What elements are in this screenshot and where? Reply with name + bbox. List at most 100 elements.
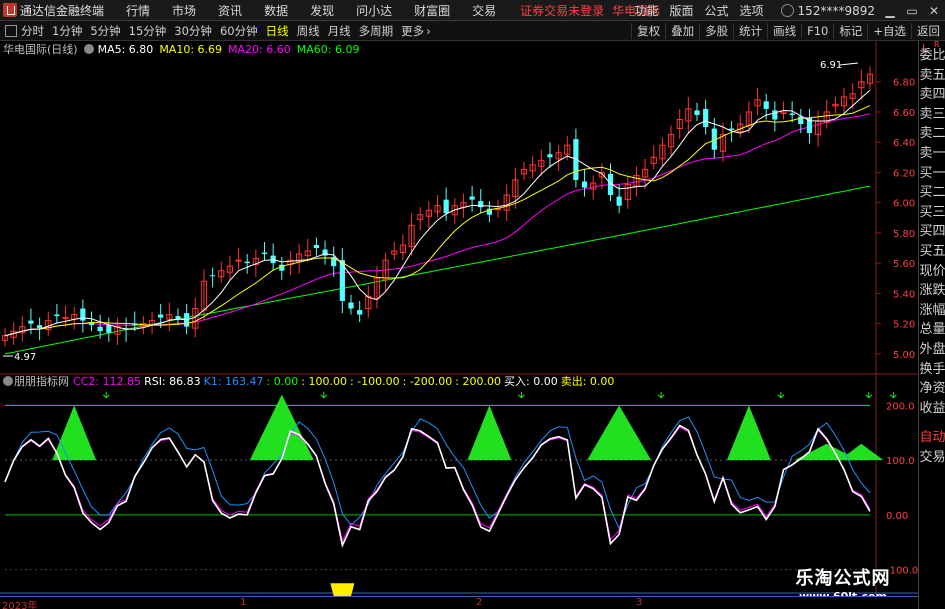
sidebar-item-9[interactable]: 买四 <box>919 222 945 242</box>
low-annotation: 4.97 <box>14 352 36 363</box>
candle-body-down <box>348 302 354 309</box>
sidebar-item-18[interactable]: 收益 <box>919 399 945 419</box>
cc2-value: CC2: 112.85 <box>73 374 142 388</box>
sidebar-item-20[interactable]: 交易 <box>919 448 945 468</box>
watermark-title: 乐淘公式网 <box>795 568 891 589</box>
menu-function[interactable]: 功能 <box>634 2 658 19</box>
btn-back[interactable]: 返回 <box>911 23 945 39</box>
sidebar-item-5[interactable]: 卖一 <box>919 144 945 164</box>
kline-chart[interactable]: 200.0100.00.00-100.014:5614:5614:5614:56… <box>0 41 918 596</box>
sidebar-item-14[interactable]: 总量 <box>919 320 945 340</box>
time-label-year: 2023年 <box>2 601 38 609</box>
candle-body-up <box>235 259 242 262</box>
buy-value: 买入: 0.00 <box>504 375 558 388</box>
ma20-line <box>4 113 871 337</box>
menu-formula[interactable]: 公式 <box>705 2 729 19</box>
candle-body-down <box>763 101 769 109</box>
user-avatar-icon[interactable] <box>780 4 794 17</box>
high-pointer <box>839 62 859 66</box>
sidebar-item-2[interactable]: 卖四 <box>919 85 945 105</box>
chart-grid <box>0 41 918 596</box>
main-chart-title: 华电国际(日线) <box>3 43 78 56</box>
btn-add-watch[interactable]: +自选 <box>867 23 911 39</box>
btn-mark[interactable]: 标记 <box>833 23 867 39</box>
period-toolbar: 分时 1分钟 5分钟 15分钟 30分钟 60分钟 日线 周线 月线 多周期 更… <box>0 21 945 41</box>
period-15min[interactable]: 15分钟 <box>129 23 167 39</box>
maximize-icon[interactable]: ▭ <box>901 0 923 21</box>
close-icon[interactable]: ✕ <box>923 0 945 21</box>
candle-body-down <box>97 326 103 332</box>
period-5min[interactable]: 5分钟 <box>90 23 120 39</box>
menu-item-discover[interactable]: 发现 <box>310 2 334 19</box>
menu-item-wealth[interactable]: 财富圈 <box>414 2 450 19</box>
k1-value: K1: 163.47 <box>203 374 264 388</box>
menu-item-ask[interactable]: 问小达 <box>356 2 392 19</box>
sidebar-item-12[interactable]: 涨跌 <box>919 281 945 301</box>
sidebar-item-1[interactable]: 卖五 <box>919 66 945 86</box>
sidebar-item-15[interactable]: 外盘 <box>919 340 945 360</box>
btn-adjust[interactable]: 复权 <box>631 23 665 39</box>
sidebar-item-10[interactable]: 买五 <box>919 242 945 262</box>
candle-body-down <box>210 275 216 277</box>
sidebar-item-8[interactable]: 买三 <box>919 203 945 223</box>
period-30min[interactable]: 30分钟 <box>174 23 212 39</box>
sidebar-item-17[interactable]: 净资 <box>919 379 945 399</box>
app-name: 通达信金融终端 <box>20 3 105 18</box>
sidebar-item-19[interactable]: 自动 <box>919 428 945 448</box>
level-100-value: : 100.00 <box>301 374 347 388</box>
sidebar-item-7[interactable]: 买二 <box>919 183 945 203</box>
indicator-gear-icon[interactable] <box>3 376 13 386</box>
btn-draw[interactable]: 画线 <box>767 23 801 39</box>
price-label: 5.20 <box>893 320 915 331</box>
quote-sidebar: L R 委比 卖五 卖四 卖三 卖二 卖一 买一 买二 买三 买四 买五 现价 涨跌 涨幅 总量 外盘 换手 净资… <box>918 40 945 609</box>
menu-item-exchange[interactable]: 市场 <box>172 2 196 19</box>
period-more[interactable]: 更多 <box>401 23 424 39</box>
btn-f10[interactable]: F10 <box>801 24 833 38</box>
grid-menu-icon[interactable] <box>5 24 17 37</box>
price-label: 6.80 <box>893 78 915 89</box>
period-1min[interactable]: 1分钟 <box>52 23 82 39</box>
sidebar-item-0[interactable]: 委比 <box>919 46 945 66</box>
menu-item-trade[interactable]: 交易 <box>472 2 496 19</box>
user-phone[interactable]: 152****9892 <box>798 4 875 18</box>
level-200-value: : 200.00 <box>455 374 501 388</box>
valley-fill <box>330 583 355 596</box>
candle-body-down <box>789 113 795 115</box>
candle-body-up <box>62 317 69 320</box>
time-label-jan: 1 <box>240 597 247 608</box>
time-axis: 2023年 1 2 3 <box>0 596 918 609</box>
period-monthly[interactable]: 月线 <box>328 23 351 39</box>
minimize-icon[interactable]: ▁ <box>879 0 901 21</box>
sidebar-item-3[interactable]: 卖三 <box>919 105 945 125</box>
btn-stats[interactable]: 统计 <box>733 23 767 39</box>
period-daily[interactable]: 日线 <box>266 23 289 39</box>
sidebar-item-11[interactable]: 现价 <box>919 262 945 282</box>
period-weekly[interactable]: 周线 <box>297 23 320 39</box>
period-multi[interactable]: 多周期 <box>359 23 394 39</box>
btn-multi-stock[interactable]: 多股 <box>699 23 733 39</box>
menu-item-news[interactable]: 资讯 <box>218 2 242 19</box>
price-axis: 6.91 4.97 6.80 6.60 6.40 6.20 6.00 5.80 5.60 5.40… <box>3 60 915 363</box>
indicator-info-row: 朋朋指标网 CC2: 112.85 RSI: 86.83 K1: 163.47 … <box>0 374 617 388</box>
period-intraday[interactable]: 分时 <box>21 23 44 39</box>
menu-item-data[interactable]: 数据 <box>264 2 288 19</box>
indicator-title: 朋朋指标网 <box>14 375 69 388</box>
menu-item-market[interactable]: 行情 <box>126 2 150 19</box>
peak-fill <box>467 405 512 461</box>
ma20-path <box>4 113 871 337</box>
period-60min[interactable]: 60分钟 <box>220 23 258 39</box>
sidebar-item-13[interactable]: 涨幅 <box>919 301 945 321</box>
menu-layout[interactable]: 版面 <box>670 2 694 19</box>
sidebar-item-16[interactable]: 换手 <box>919 360 945 380</box>
candle-body-down <box>158 314 164 318</box>
chevron-right-icon[interactable]: › <box>426 24 431 38</box>
price-label: 6.20 <box>893 168 915 179</box>
login-notice[interactable]: 证券交易未登录 <box>520 2 604 19</box>
settings-gear-icon[interactable] <box>83 44 94 54</box>
ma5-value: MA5: 6.80 <box>97 42 154 56</box>
peak-fill <box>587 405 652 461</box>
btn-overlay[interactable]: 叠加 <box>665 23 699 39</box>
sidebar-item-4[interactable]: 卖二 <box>919 124 945 144</box>
menu-options[interactable]: 选项 <box>740 2 764 19</box>
sidebar-item-6[interactable]: 买一 <box>919 164 945 184</box>
